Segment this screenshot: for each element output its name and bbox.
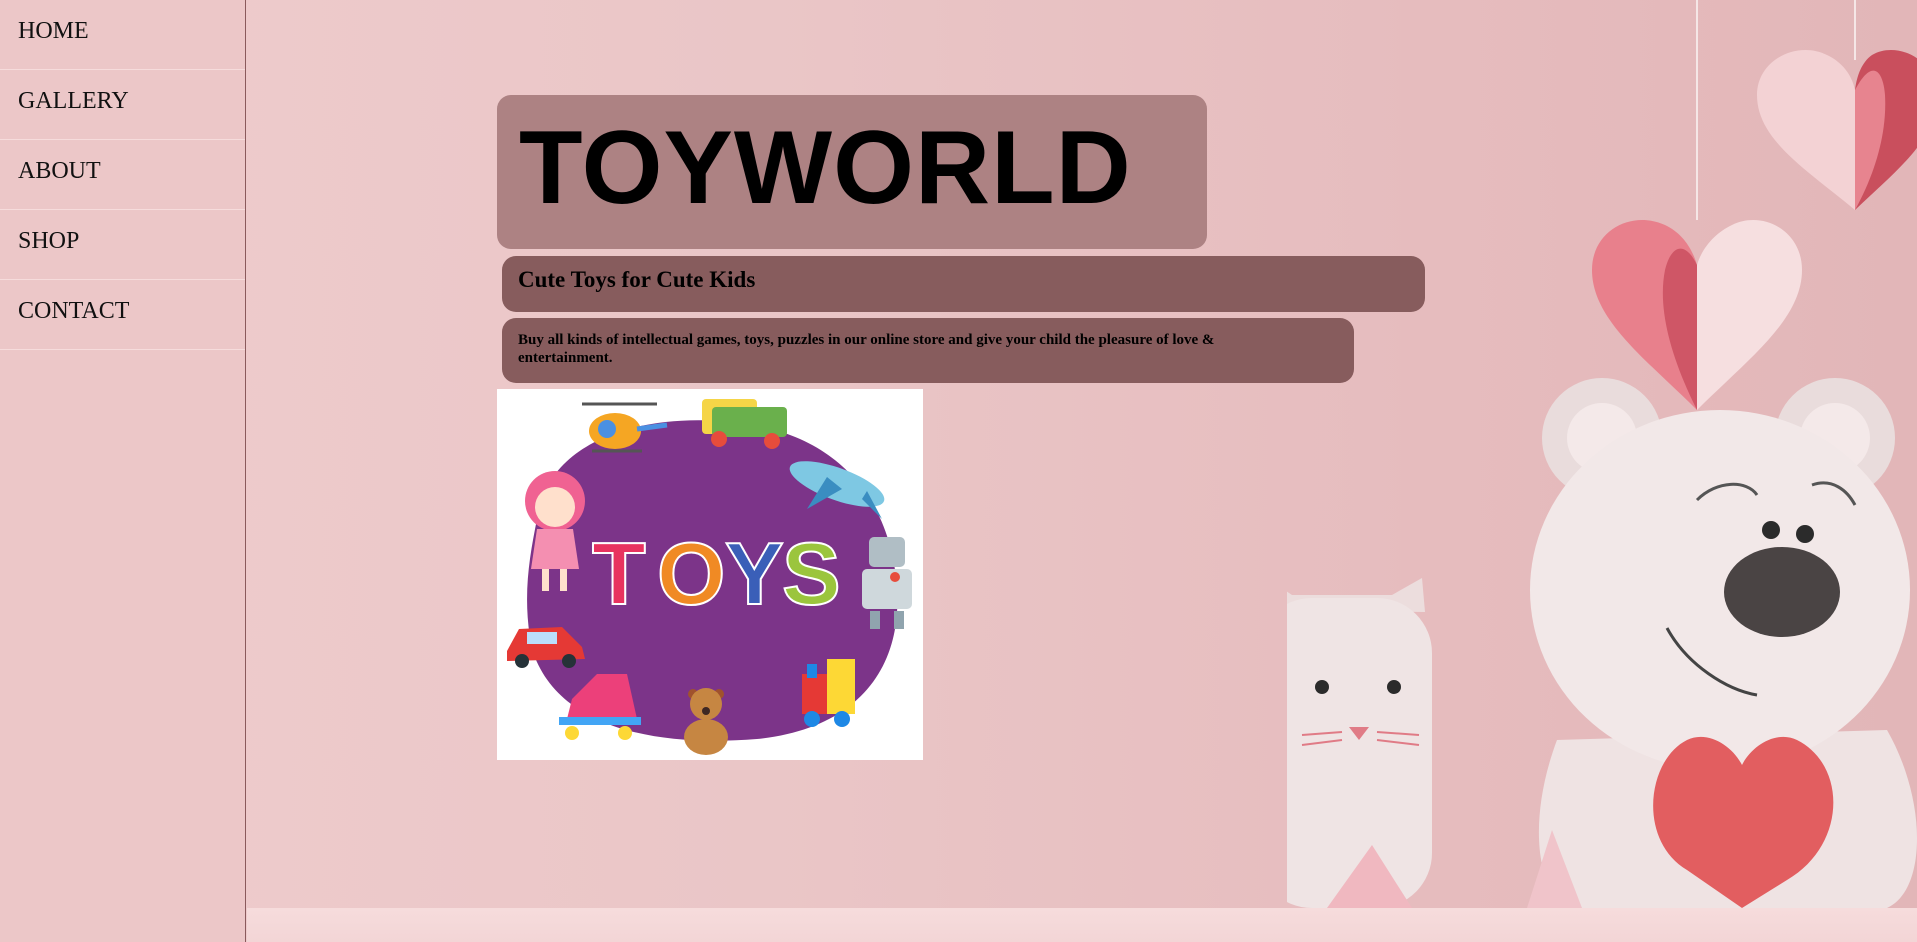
toys-letter: T	[592, 524, 646, 623]
plush-toys-background	[1287, 0, 1917, 908]
toys-letter: Y	[725, 524, 784, 623]
toys-illustration: T O Y S	[497, 389, 923, 760]
nav-item-home[interactable]: HOME	[0, 0, 245, 70]
toys-wordmark: T O Y S	[591, 523, 842, 624]
page-title: TOYWORLD	[519, 110, 1132, 226]
teddy-bear-plush-icon	[1530, 378, 1917, 908]
nav-item-contact[interactable]: CONTACT	[0, 280, 245, 350]
nav-item-gallery[interactable]: GALLERY	[0, 70, 245, 140]
toys-letter: S	[782, 524, 841, 623]
title-banner: TOYWORLD	[497, 95, 1207, 249]
cat-plush-icon	[1287, 578, 1432, 908]
subtitle-banner: Cute Toys for Cute Kids	[502, 256, 1425, 312]
page-subtitle: Cute Toys for Cute Kids	[518, 267, 756, 292]
page-description: Buy all kinds of intellectual games, toy…	[518, 332, 1215, 366]
sidebar-nav: HOME GALLERY ABOUT SHOP CONTACT	[0, 0, 246, 942]
nav-item-about[interactable]: ABOUT	[0, 140, 245, 210]
paper-heart-icon	[1757, 49, 1917, 210]
paper-heart-icon	[1592, 220, 1802, 410]
nav-item-shop[interactable]: SHOP	[0, 210, 245, 280]
floor-strip	[247, 908, 1917, 942]
description-banner: Buy all kinds of intellectual games, toy…	[502, 318, 1354, 383]
toys-letter: O	[657, 524, 725, 623]
main-content: TOYWORLD Cute Toys for Cute Kids Buy all…	[247, 0, 1917, 942]
